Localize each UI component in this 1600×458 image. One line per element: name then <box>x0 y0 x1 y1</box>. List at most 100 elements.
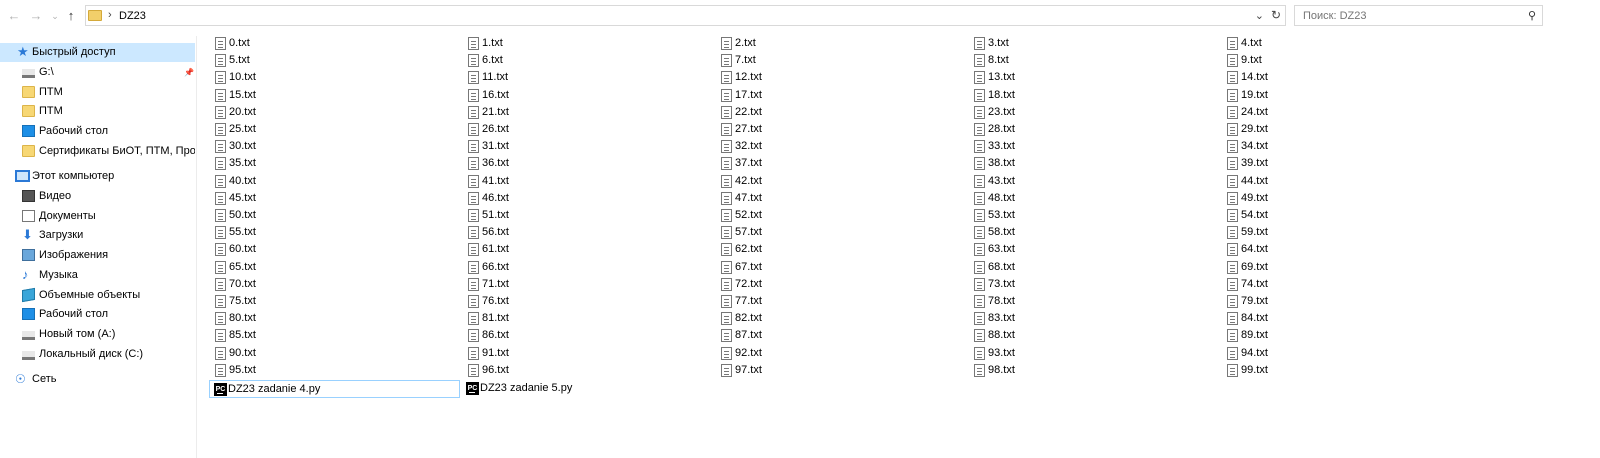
chevron-down-icon[interactable]: ⌄ <box>1255 9 1264 22</box>
file-item[interactable]: 85.txt <box>211 327 451 344</box>
file-item[interactable]: 65.txt <box>211 259 451 276</box>
sidebar-item[interactable]: Документы <box>0 207 195 226</box>
file-item[interactable]: 21.txt <box>464 104 704 121</box>
file-item[interactable]: 46.txt <box>464 190 704 207</box>
file-item[interactable]: 42.txt <box>717 173 957 190</box>
file-item[interactable]: 10.txt <box>211 69 451 86</box>
refresh-icon[interactable]: ↻ <box>1271 8 1281 22</box>
file-item[interactable]: 51.txt <box>464 207 704 224</box>
file-item[interactable]: 44.txt <box>1223 173 1463 190</box>
file-item[interactable]: 79.txt <box>1223 293 1463 310</box>
file-item[interactable]: 49.txt <box>1223 190 1463 207</box>
file-item[interactable]: 12.txt <box>717 69 957 86</box>
file-item[interactable]: 54.txt <box>1223 207 1463 224</box>
file-item[interactable]: 68.txt <box>970 259 1210 276</box>
pin-icon[interactable]: 📌 <box>184 63 194 82</box>
file-item[interactable]: 71.txt <box>464 276 704 293</box>
file-item[interactable]: 34.txt <box>1223 138 1463 155</box>
python-file-item[interactable]: PC DZ23 zadanie 5.py <box>462 380 713 398</box>
file-item[interactable]: 78.txt <box>970 293 1210 310</box>
sidebar-item-quick-access[interactable]: ★ Быстрый доступ <box>0 43 195 62</box>
sidebar-item-network[interactable]: ☉ Сеть <box>0 370 195 389</box>
file-item[interactable]: 88.txt <box>970 327 1210 344</box>
file-item[interactable]: 41.txt <box>464 173 704 190</box>
file-item[interactable]: 25.txt <box>211 121 451 138</box>
file-item[interactable]: 73.txt <box>970 276 1210 293</box>
sidebar-item[interactable]: Локальный диск (C:) <box>0 345 195 364</box>
file-item[interactable]: 75.txt <box>211 293 451 310</box>
file-item[interactable]: 13.txt <box>970 69 1210 86</box>
file-item[interactable]: 45.txt <box>211 190 451 207</box>
file-item[interactable]: 67.txt <box>717 259 957 276</box>
file-item[interactable]: 1.txt <box>464 35 704 52</box>
file-item[interactable]: 47.txt <box>717 190 957 207</box>
file-item[interactable]: 58.txt <box>970 224 1210 241</box>
file-item[interactable]: 60.txt <box>211 241 451 258</box>
file-item[interactable]: 38.txt <box>970 155 1210 172</box>
sidebar-item[interactable]: ⬇ Загрузки <box>0 226 195 245</box>
search-box[interactable]: ⚲ <box>1294 5 1543 26</box>
file-item[interactable]: 96.txt <box>464 362 704 379</box>
file-item[interactable]: 40.txt <box>211 173 451 190</box>
search-icon[interactable]: ⚲ <box>1528 9 1536 22</box>
sidebar-item-this-pc[interactable]: Этот компьютер <box>0 167 195 186</box>
file-item[interactable]: 72.txt <box>717 276 957 293</box>
file-item[interactable]: 93.txt <box>970 345 1210 362</box>
file-item[interactable]: 50.txt <box>211 207 451 224</box>
file-item[interactable]: 61.txt <box>464 241 704 258</box>
file-item[interactable]: 70.txt <box>211 276 451 293</box>
file-item[interactable]: 59.txt <box>1223 224 1463 241</box>
file-item[interactable]: 39.txt <box>1223 155 1463 172</box>
file-item[interactable]: 77.txt <box>717 293 957 310</box>
file-item[interactable]: 7.txt <box>717 52 957 69</box>
file-item[interactable]: 11.txt <box>464 69 704 86</box>
file-item[interactable]: 3.txt <box>970 35 1210 52</box>
file-item[interactable]: 30.txt <box>211 138 451 155</box>
file-item[interactable]: 35.txt <box>211 155 451 172</box>
recent-locations-chevron-icon[interactable]: ⌄ <box>47 8 63 24</box>
file-item[interactable]: 16.txt <box>464 87 704 104</box>
file-item[interactable]: 69.txt <box>1223 259 1463 276</box>
sidebar-item[interactable]: ♪ Музыка <box>0 266 195 285</box>
sidebar-item[interactable]: ПТМ <box>0 83 195 102</box>
file-item[interactable]: 80.txt <box>211 310 451 327</box>
file-item[interactable]: 2.txt <box>717 35 957 52</box>
sidebar-item[interactable]: Новый том (A:) <box>0 325 195 344</box>
file-item[interactable]: 74.txt <box>1223 276 1463 293</box>
file-item[interactable]: 43.txt <box>970 173 1210 190</box>
forward-arrow-icon[interactable]: → <box>28 8 44 24</box>
file-item[interactable]: 18.txt <box>970 87 1210 104</box>
file-item[interactable]: 4.txt <box>1223 35 1463 52</box>
breadcrumb-current[interactable]: DZ23 <box>119 10 146 22</box>
file-item[interactable]: 32.txt <box>717 138 957 155</box>
file-item[interactable]: 57.txt <box>717 224 957 241</box>
file-item[interactable]: 99.txt <box>1223 362 1463 379</box>
file-item[interactable]: 64.txt <box>1223 241 1463 258</box>
back-arrow-icon[interactable]: ← <box>6 8 22 24</box>
sidebar-item[interactable]: Объемные объекты <box>0 286 195 305</box>
file-item[interactable]: 28.txt <box>970 121 1210 138</box>
file-item[interactable]: 6.txt <box>464 52 704 69</box>
file-item[interactable]: 97.txt <box>717 362 957 379</box>
sidebar-item[interactable]: Рабочий стол <box>0 305 195 324</box>
file-item[interactable]: 89.txt <box>1223 327 1463 344</box>
sidebar-item[interactable]: Видео <box>0 187 195 206</box>
file-item[interactable]: 76.txt <box>464 293 704 310</box>
sidebar-item[interactable]: Изображения <box>0 246 195 265</box>
file-item[interactable]: 26.txt <box>464 121 704 138</box>
file-item[interactable]: 8.txt <box>970 52 1210 69</box>
file-item[interactable]: 9.txt <box>1223 52 1463 69</box>
file-item[interactable]: 22.txt <box>717 104 957 121</box>
address-bar[interactable]: › DZ23 ⌄ ↻ <box>85 5 1286 26</box>
file-item[interactable]: 29.txt <box>1223 121 1463 138</box>
file-item[interactable]: 0.txt <box>211 35 451 52</box>
file-item[interactable]: 53.txt <box>970 207 1210 224</box>
file-item[interactable]: 86.txt <box>464 327 704 344</box>
sidebar-item[interactable]: Рабочий стол <box>0 122 195 141</box>
file-item[interactable]: 23.txt <box>970 104 1210 121</box>
file-item[interactable]: 15.txt <box>211 87 451 104</box>
file-item[interactable]: 84.txt <box>1223 310 1463 327</box>
file-item[interactable]: 82.txt <box>717 310 957 327</box>
sidebar-item[interactable]: ПТМ <box>0 102 195 121</box>
file-item[interactable]: 92.txt <box>717 345 957 362</box>
